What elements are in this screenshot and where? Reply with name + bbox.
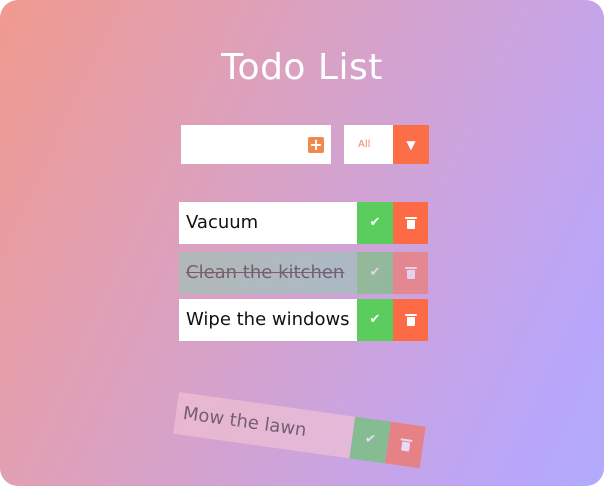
check-icon: ✔: [369, 265, 381, 280]
filter-selected-value: All: [358, 139, 371, 150]
todo-text: Mow the lawn: [173, 392, 356, 459]
todo-item: Vacuum ✔: [179, 202, 428, 244]
plus-square-icon: +: [309, 135, 323, 154]
todo-item: Wipe the windows ✔: [179, 299, 428, 341]
complete-button[interactable]: ✔: [357, 299, 393, 341]
check-icon: ✔: [369, 312, 381, 327]
delete-button[interactable]: [393, 202, 428, 244]
complete-button[interactable]: ✔: [357, 252, 393, 294]
complete-button[interactable]: ✔: [349, 416, 391, 464]
complete-button[interactable]: ✔: [357, 202, 393, 244]
trash-icon: [399, 438, 413, 452]
todo-input[interactable]: [181, 125, 299, 164]
caret-down-icon: ▼: [406, 138, 416, 152]
todo-text: Wipe the windows: [179, 299, 357, 341]
add-todo-button[interactable]: +: [308, 137, 324, 153]
check-icon: ✔: [369, 215, 381, 230]
filter-dropdown-button[interactable]: ▼: [393, 125, 429, 164]
todo-text: Vacuum: [179, 202, 357, 244]
check-icon: ✔: [363, 431, 377, 448]
page-title: Todo List: [221, 47, 383, 89]
todo-text: Clean the kitchen: [179, 252, 357, 294]
trash-icon: [404, 267, 417, 279]
delete-button[interactable]: [393, 252, 428, 294]
trash-icon: [404, 314, 417, 326]
filter-select[interactable]: All: [344, 125, 393, 164]
app-container: Todo List + All ▼ Vacuum ✔ Clean the kit…: [0, 0, 604, 486]
delete-button[interactable]: [385, 421, 426, 469]
todo-item-completed: Clean the kitchen ✔: [179, 252, 428, 294]
todo-item-deleting: Mow the lawn ✔: [173, 392, 426, 469]
delete-button[interactable]: [393, 299, 428, 341]
trash-icon: [404, 217, 417, 229]
